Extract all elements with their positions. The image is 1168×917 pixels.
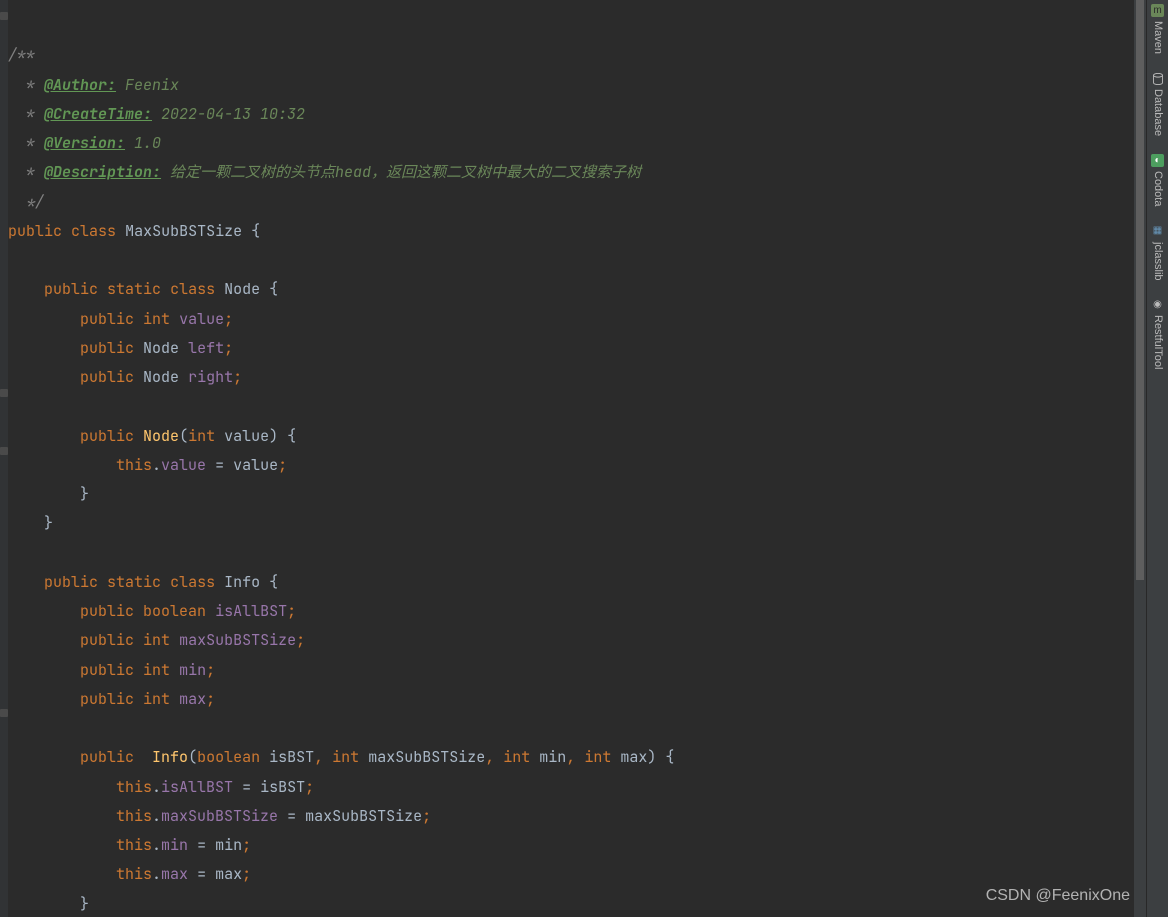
maven-icon: m	[1151, 4, 1164, 17]
scrollbar-thumb[interactable]	[1136, 0, 1144, 580]
tool-tab-maven[interactable]: m Maven	[1147, 4, 1168, 54]
javadoc-description-value: 给定一颗二叉树的头节点head，返回这颗二叉树中最大的二叉搜索子树	[161, 162, 641, 182]
code-editor[interactable]: /** * @Author: Feenix * @CreateTime: 202…	[8, 0, 1134, 917]
class-name-node: Node	[224, 279, 260, 299]
tool-tab-restfultool[interactable]: ◉ RestfulTool	[1147, 298, 1168, 369]
editor-gutter	[0, 0, 8, 917]
database-icon	[1151, 72, 1164, 85]
javadoc-description-tag: @Description:	[44, 162, 161, 182]
restfultool-icon: ◉	[1151, 298, 1164, 311]
codota-icon: ◐	[1151, 154, 1164, 167]
tool-tab-database[interactable]: Database	[1147, 72, 1168, 136]
javadoc-version-value: 1.0	[125, 133, 161, 153]
javadoc-createtime-value: 2022-04-13 10:32	[152, 104, 305, 124]
javadoc-version-tag: @Version:	[44, 133, 125, 153]
tool-tab-jclasslib[interactable]: ▦ jclasslib	[1147, 225, 1168, 281]
javadoc-createtime-tag: @CreateTime:	[44, 104, 152, 124]
jclasslib-icon: ▦	[1151, 225, 1164, 238]
javadoc-author-tag: @Author:	[44, 75, 116, 95]
class-name-main: MaxSubBSTSize	[125, 221, 242, 241]
class-name-info: Info	[224, 572, 260, 592]
javadoc-author-value: Feenix	[116, 75, 179, 95]
tool-tab-codota[interactable]: ◐ Codota	[1147, 154, 1168, 206]
vertical-scrollbar[interactable]	[1134, 0, 1146, 917]
right-tool-sidebar: m Maven Database ◐ Codota ▦ jclasslib ◉ …	[1146, 0, 1168, 917]
